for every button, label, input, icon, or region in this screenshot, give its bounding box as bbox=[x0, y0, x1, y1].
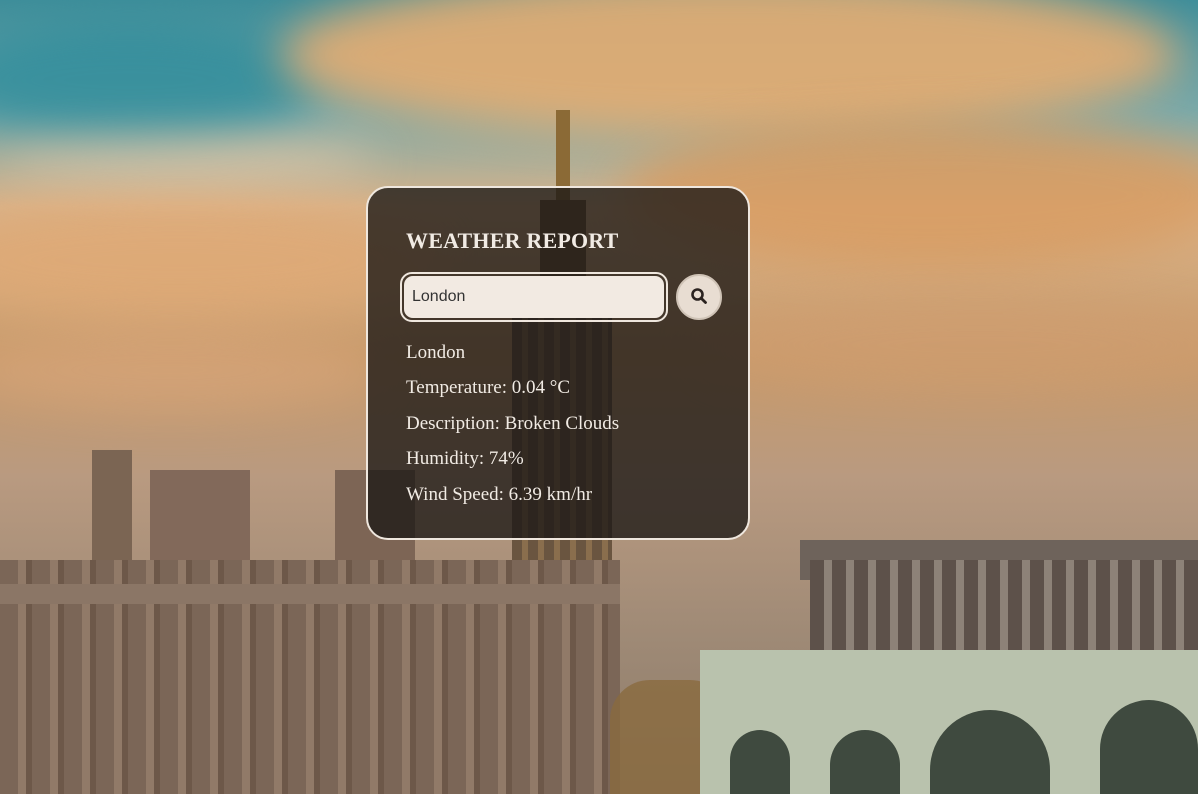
city-search-input[interactable] bbox=[404, 276, 664, 318]
search-icon bbox=[690, 287, 708, 308]
search-button[interactable] bbox=[676, 274, 722, 320]
humidity-text: Humidity: 74% bbox=[406, 448, 524, 469]
temperature-text: Temperature: 0.04 °C bbox=[406, 377, 571, 398]
description-text: Description: Broken Clouds bbox=[406, 413, 620, 434]
weather-card: WEATHER REPORT London Temperature: 0.04 … bbox=[366, 186, 750, 540]
search-box bbox=[400, 272, 668, 322]
app-title: WEATHER REPORT bbox=[406, 228, 619, 253]
wind-speed-text: Wind Speed: 6.39 km/hr bbox=[406, 484, 593, 505]
city-name: London bbox=[406, 342, 466, 363]
